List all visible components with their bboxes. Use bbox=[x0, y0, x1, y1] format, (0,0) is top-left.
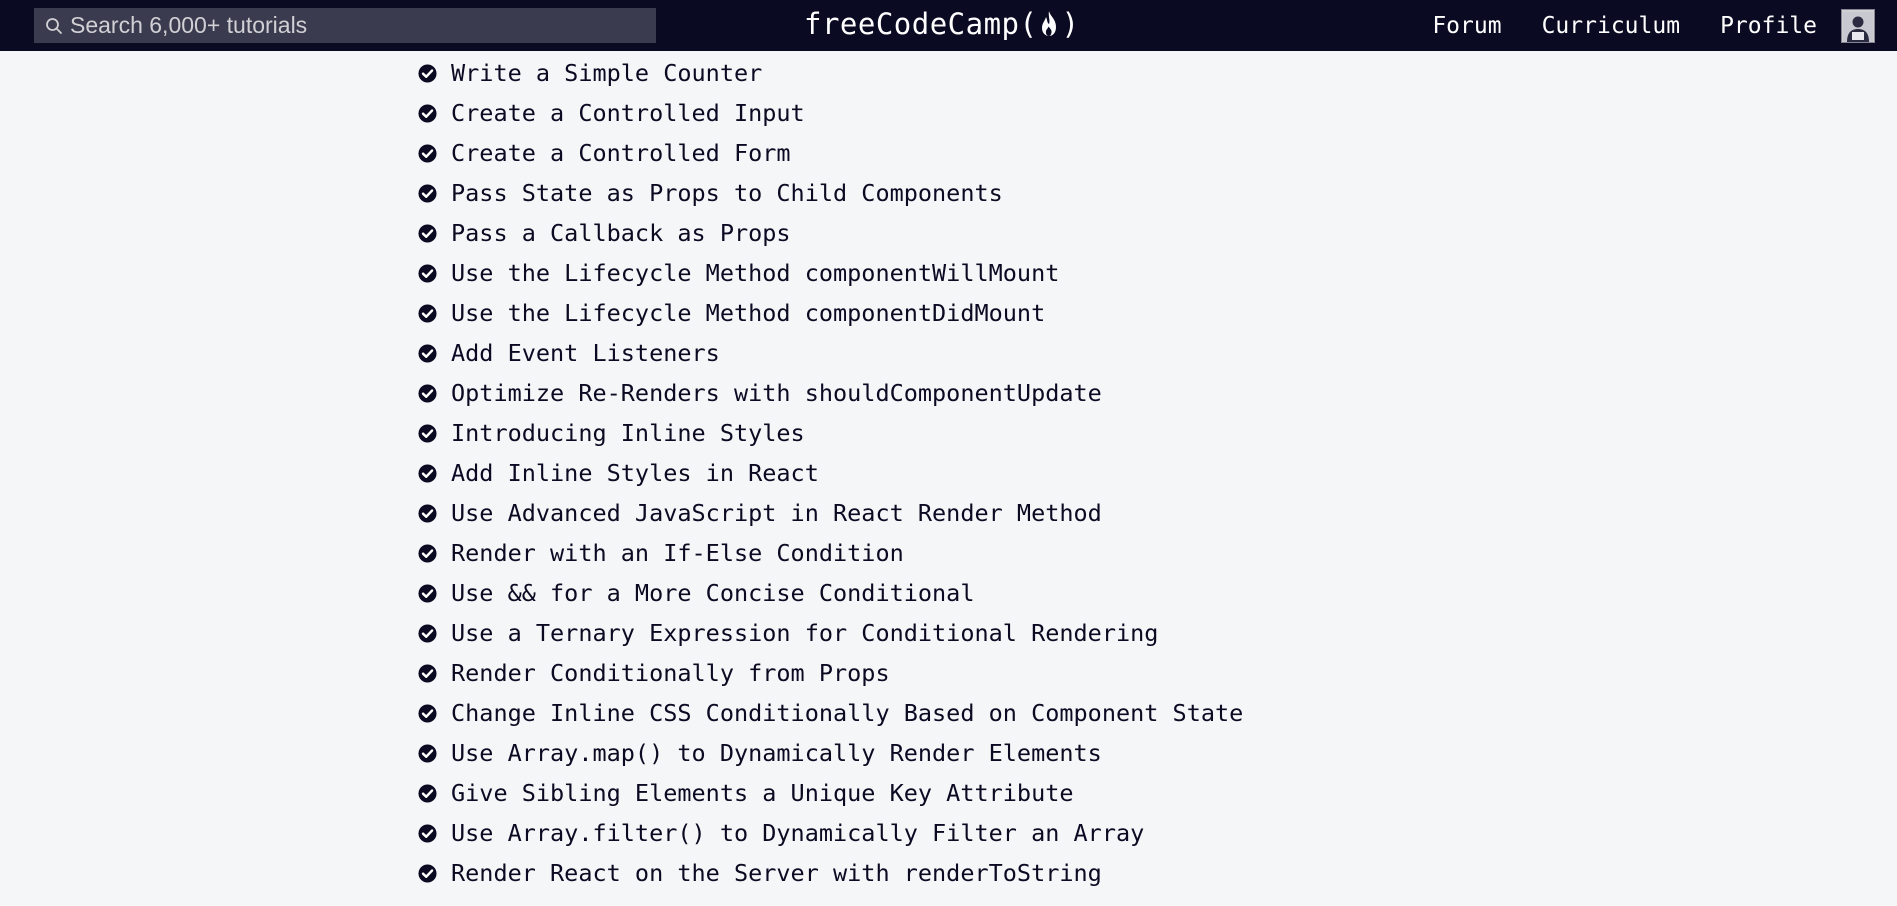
check-circle-icon bbox=[417, 303, 437, 323]
challenge-title: Give Sibling Elements a Unique Key Attri… bbox=[451, 779, 1074, 807]
challenge-item[interactable]: Render Conditionally from Props bbox=[417, 653, 1243, 693]
challenge-title: Introducing Inline Styles bbox=[451, 419, 805, 447]
challenge-title: Use a Ternary Expression for Conditional… bbox=[451, 619, 1159, 647]
check-circle-icon bbox=[417, 383, 437, 403]
challenge-item[interactable]: Render React on the Server with renderTo… bbox=[417, 853, 1243, 893]
check-circle-icon bbox=[417, 823, 437, 843]
check-circle-icon bbox=[417, 543, 437, 563]
challenge-item[interactable]: Use the Lifecycle Method componentWillMo… bbox=[417, 253, 1243, 293]
check-circle-icon bbox=[417, 343, 437, 363]
challenge-title: Use && for a More Concise Conditional bbox=[451, 579, 975, 607]
challenge-item[interactable]: Use Array.filter() to Dynamically Filter… bbox=[417, 813, 1243, 853]
challenge-title: Add Inline Styles in React bbox=[451, 459, 819, 487]
logo-text-start: freeCodeCamp( bbox=[804, 7, 1038, 41]
challenge-title: Render with an If-Else Condition bbox=[451, 539, 904, 567]
search-bar bbox=[34, 8, 656, 43]
challenge-title: Use the Lifecycle Method componentWillMo… bbox=[451, 259, 1060, 287]
challenge-title: Write a Simple Counter bbox=[451, 59, 763, 87]
nav-link-forum[interactable]: Forum bbox=[1432, 13, 1501, 39]
challenge-item[interactable]: Pass State as Props to Child Components bbox=[417, 173, 1243, 213]
check-circle-icon bbox=[417, 423, 437, 443]
check-circle-icon bbox=[417, 103, 437, 123]
logo-text-end: ) bbox=[1061, 7, 1080, 41]
check-circle-icon bbox=[417, 703, 437, 723]
challenge-item[interactable]: Use Advanced JavaScript in React Render … bbox=[417, 493, 1243, 533]
challenge-title: Use the Lifecycle Method componentDidMou… bbox=[451, 299, 1046, 327]
check-circle-icon bbox=[417, 503, 437, 523]
check-circle-icon bbox=[417, 583, 437, 603]
challenge-item[interactable]: Use && for a More Concise Conditional bbox=[417, 573, 1243, 613]
challenge-title: Create a Controlled Form bbox=[451, 139, 791, 167]
check-circle-icon bbox=[417, 183, 437, 203]
challenge-title: Change Inline CSS Conditionally Based on… bbox=[451, 699, 1244, 727]
challenge-title: Render Conditionally from Props bbox=[451, 659, 890, 687]
challenge-item[interactable]: Use the Lifecycle Method componentDidMou… bbox=[417, 293, 1243, 333]
avatar-icon[interactable] bbox=[1841, 8, 1875, 43]
check-circle-icon bbox=[417, 663, 437, 683]
nav-link-curriculum[interactable]: Curriculum bbox=[1542, 13, 1680, 39]
check-circle-icon bbox=[417, 463, 437, 483]
check-circle-icon bbox=[417, 223, 437, 243]
challenge-title: Pass a Callback as Props bbox=[451, 219, 791, 247]
challenge-item[interactable]: Render with an If-Else Condition bbox=[417, 533, 1243, 573]
check-circle-icon bbox=[417, 743, 437, 763]
challenge-item[interactable]: Use Array.map() to Dynamically Render El… bbox=[417, 733, 1243, 773]
challenge-title: Pass State as Props to Child Components bbox=[451, 179, 1003, 207]
check-circle-icon bbox=[417, 263, 437, 283]
search-input[interactable] bbox=[64, 8, 656, 43]
challenge-title: Add Event Listeners bbox=[451, 339, 720, 367]
challenge-item[interactable]: Optimize Re-Renders with shouldComponent… bbox=[417, 373, 1243, 413]
nav-link-profile[interactable]: Profile bbox=[1720, 13, 1817, 39]
challenge-item[interactable]: Add Event Listeners bbox=[417, 333, 1243, 373]
challenge-title: Use Array.filter() to Dynamically Filter… bbox=[451, 819, 1145, 847]
check-circle-icon bbox=[417, 63, 437, 83]
challenge-item[interactable]: Introducing Inline Styles bbox=[417, 413, 1243, 453]
challenge-item[interactable]: Add Inline Styles in React bbox=[417, 453, 1243, 493]
challenge-item[interactable]: Give Sibling Elements a Unique Key Attri… bbox=[417, 773, 1243, 813]
challenge-title: Use Array.map() to Dynamically Render El… bbox=[451, 739, 1102, 767]
freecodecamp-logo[interactable]: freeCodeCamp( ) bbox=[804, 4, 1079, 44]
challenge-list: Write a Simple Counter Create a Controll… bbox=[417, 53, 1243, 893]
search-icon bbox=[44, 16, 64, 36]
challenge-item[interactable]: Create a Controlled Input bbox=[417, 93, 1243, 133]
check-circle-icon bbox=[417, 143, 437, 163]
check-circle-icon bbox=[417, 623, 437, 643]
challenge-title: Use Advanced JavaScript in React Render … bbox=[451, 499, 1102, 527]
check-circle-icon bbox=[417, 863, 437, 883]
top-navbar: freeCodeCamp( ) Forum Curriculum Profile bbox=[0, 0, 1897, 51]
check-circle-icon bbox=[417, 783, 437, 803]
challenge-item[interactable]: Use a Ternary Expression for Conditional… bbox=[417, 613, 1243, 653]
challenge-title: Optimize Re-Renders with shouldComponent… bbox=[451, 379, 1102, 407]
challenge-item[interactable]: Create a Controlled Form bbox=[417, 133, 1243, 173]
flame-icon bbox=[1038, 10, 1060, 38]
challenge-title: Render React on the Server with renderTo… bbox=[451, 859, 1102, 887]
challenge-title: Create a Controlled Input bbox=[451, 99, 805, 127]
challenge-item[interactable]: Write a Simple Counter bbox=[417, 53, 1243, 93]
challenge-item[interactable]: Change Inline CSS Conditionally Based on… bbox=[417, 693, 1243, 733]
challenge-item[interactable]: Pass a Callback as Props bbox=[417, 213, 1243, 253]
nav-links: Forum Curriculum Profile bbox=[1392, 0, 1875, 51]
